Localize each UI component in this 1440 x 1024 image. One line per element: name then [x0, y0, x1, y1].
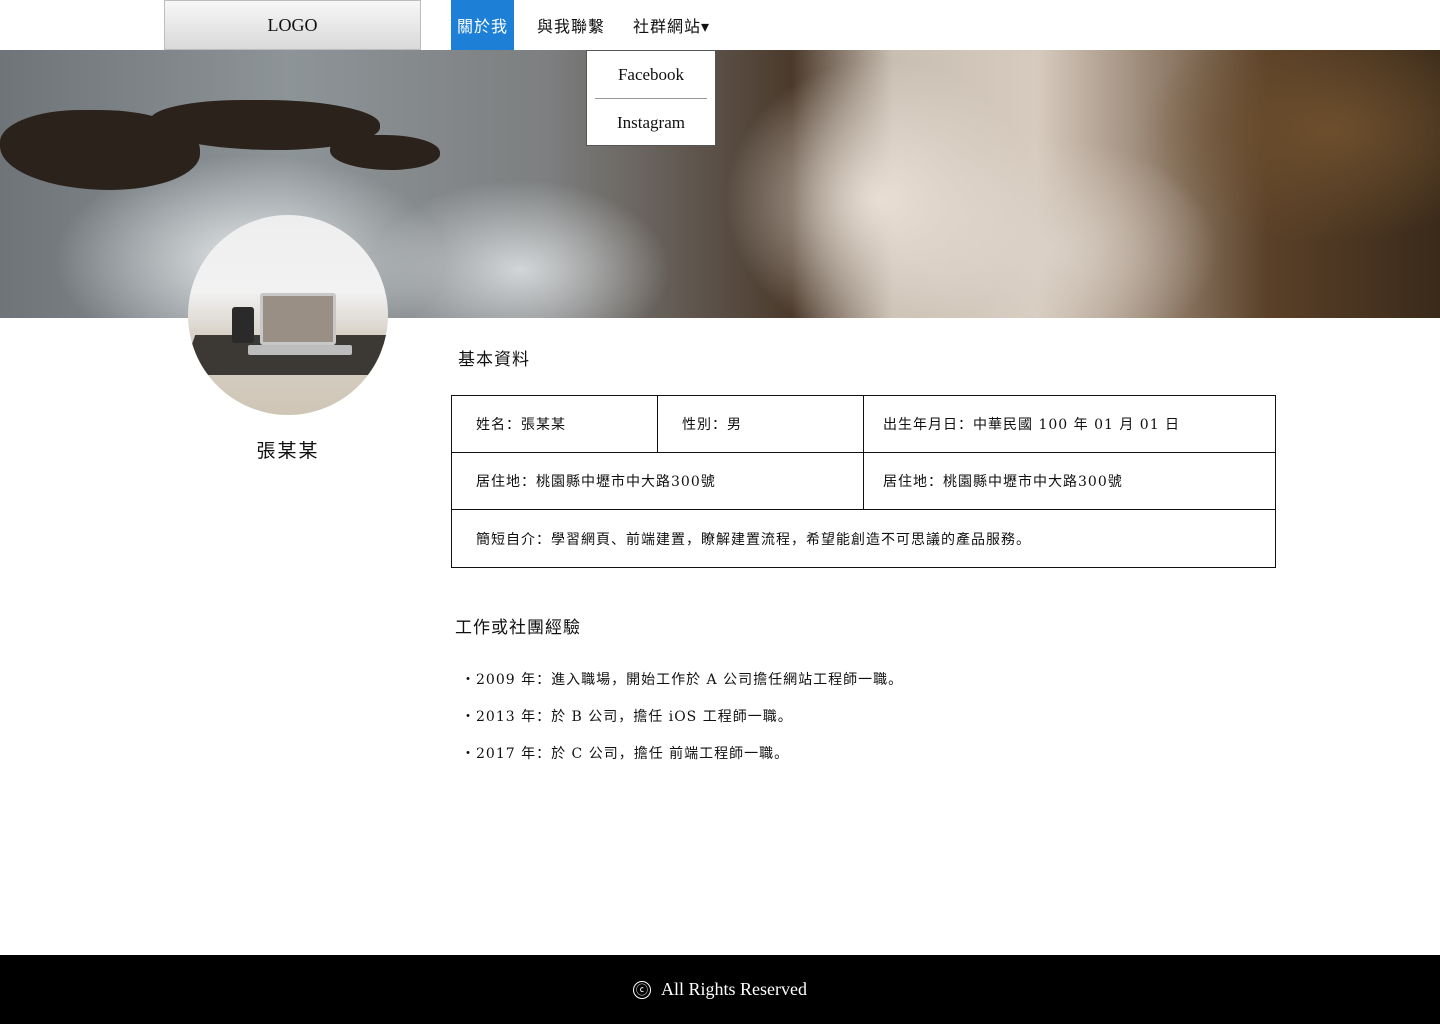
experience-list: ・2009 年：進入職場，開始工作於 A 公司擔任網站工程師一職。 ・2013 … [461, 660, 903, 771]
copyright-icon: ⓒ [633, 980, 651, 999]
list-item: ・2017 年：於 C 公司，擔任 前端工程師一職。 [461, 745, 790, 762]
main-nav: 關於我 與我聯繫 社群網站▾ [451, 0, 717, 50]
list-item: ・2013 年：於 B 公司，擔任 iOS 工程師一職。 [461, 708, 793, 725]
dropdown-item-instagram[interactable]: Instagram [587, 99, 715, 146]
logo[interactable]: LOGO [164, 0, 421, 50]
site-header: LOGO 關於我 與我聯繫 社群網站▾ [0, 0, 1440, 50]
info-name: 姓名：張某某 [452, 396, 658, 452]
banner-rock [330, 135, 440, 170]
info-birthdate: 出生年月日：中華民國 100 年 01 月 01 日 [883, 417, 1181, 433]
basic-info-title: 基本資料 [458, 350, 530, 370]
nav-social-dropdown[interactable]: 社群網站▾ [626, 0, 717, 50]
avatar-pen-cup [232, 307, 254, 343]
info-address: 居住地：桃園縣中壢市中大路300號 [883, 474, 1123, 490]
info-row: 簡短自介：學習網頁、前端建置，瞭解建置流程，希望能創造不可思議的產品服務。 [452, 510, 1275, 567]
basic-info-table: 姓名：張某某 性別：男 出生年月日：中華民國 100 年 01 月 01 日 居… [451, 395, 1276, 568]
profile-name: 張某某 [256, 440, 320, 462]
avatar-laptop-screen [260, 293, 336, 345]
info-row: 姓名：張某某 性別：男 出生年月日：中華民國 100 年 01 月 01 日 [452, 396, 1275, 453]
social-dropdown-menu: Facebook Instagram [586, 50, 716, 146]
avatar [188, 215, 388, 415]
info-row: 居住地：桃園縣中壢市中大路300號 居住地：桃園縣中壢市中大路300號 [452, 453, 1275, 510]
info-address: 居住地：桃園縣中壢市中大路300號 [452, 453, 864, 509]
nav-contact[interactable]: 與我聯繫 [530, 0, 612, 50]
nav-about[interactable]: 關於我 [451, 0, 514, 50]
dropdown-item-facebook[interactable]: Facebook [587, 51, 715, 98]
info-gender: 性別：男 [658, 396, 864, 452]
footer-text: All Rights Reserved [661, 979, 807, 999]
experience-title: 工作或社團經驗 [455, 618, 581, 638]
site-footer: ⓒ All Rights Reserved [0, 955, 1440, 1024]
list-item: ・2009 年：進入職場，開始工作於 A 公司擔任網站工程師一職。 [461, 671, 904, 688]
avatar-laptop-base [248, 345, 352, 355]
info-intro: 簡短自介：學習網頁、前端建置，瞭解建置流程，希望能創造不可思議的產品服務。 [476, 531, 1031, 548]
